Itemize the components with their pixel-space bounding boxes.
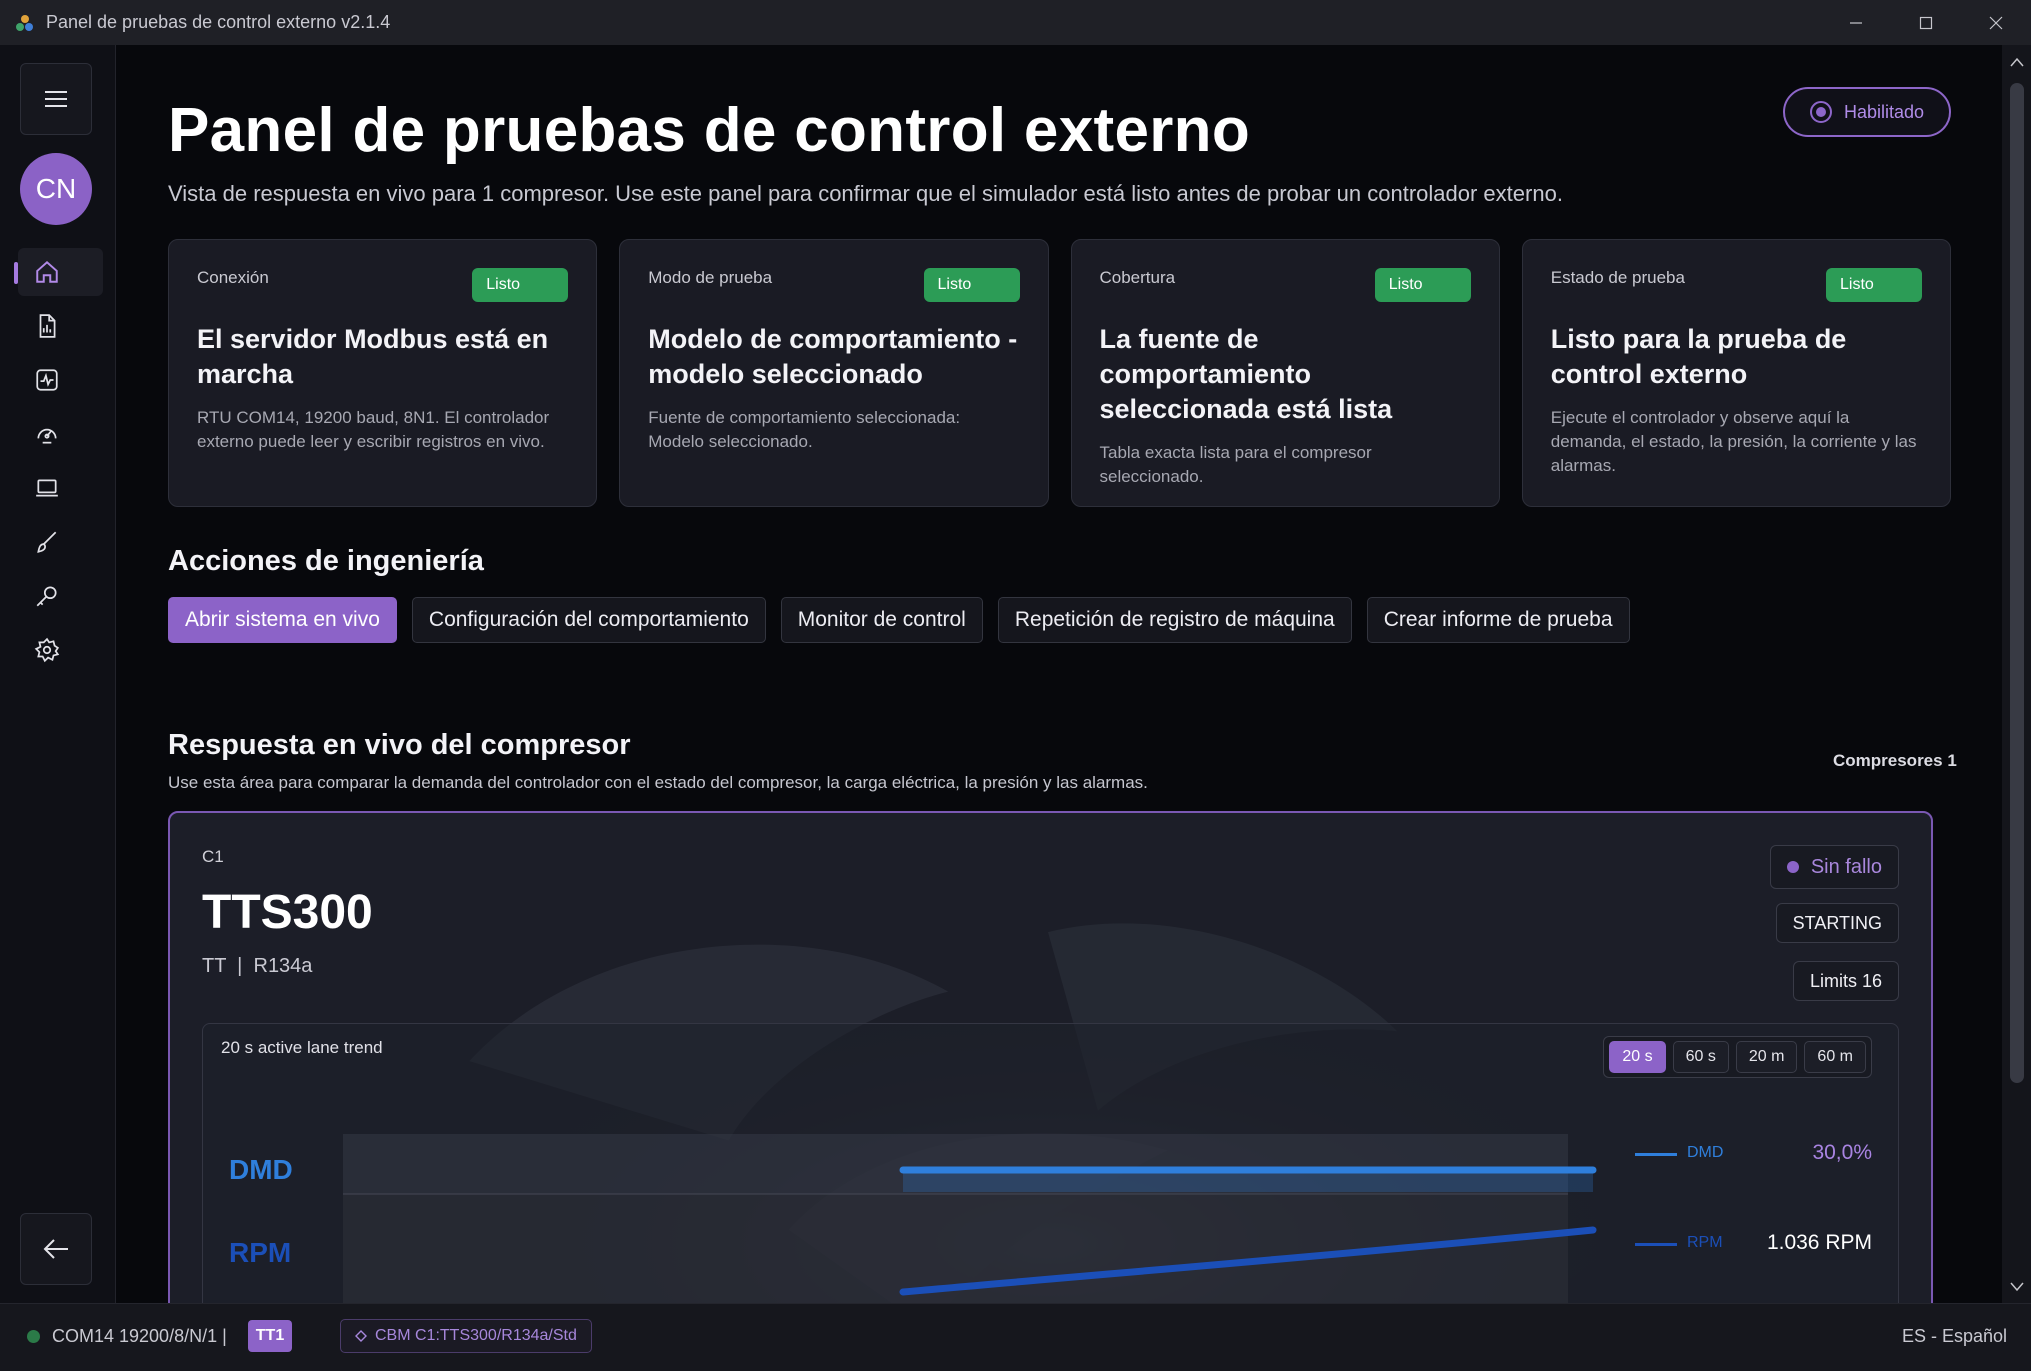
dmd-value: 30,0%	[1812, 1141, 1872, 1164]
rpm-legend-swatch	[1635, 1243, 1677, 1246]
card-description: RTU COM14, 19200 baud, 8N1. El controlad…	[197, 408, 550, 451]
brush-icon	[37, 531, 57, 553]
live-response-title: Respuesta en vivo del compresor	[168, 729, 631, 761]
compressor-card[interactable]: C1 TTS300 TT | R134a Sin fallo STARTING …	[168, 811, 1933, 1303]
status-cards: Conexión Listo El servidor Modbus está e…	[168, 239, 1951, 507]
live-response-description: Use esta área para comparar la demanda d…	[168, 773, 1148, 792]
status-badge: Listo	[923, 268, 1020, 302]
limits-badge[interactable]: Limits 16	[1792, 961, 1899, 1001]
status-bar: COM14 19200/8/N/1 | TT1 CBM C1:TTS300/R1…	[0, 1303, 2031, 1371]
sidebar-item-home[interactable]	[0, 245, 116, 299]
sidebar-nav	[0, 245, 116, 677]
rpm-legend-label: RPM	[1687, 1234, 1723, 1251]
status-badge: Listo	[472, 268, 569, 302]
dmd-lane-label: DMD	[229, 1154, 293, 1185]
dmd-legend-swatch	[1635, 1153, 1677, 1156]
gauge-icon	[37, 428, 57, 444]
compressor-id: C1	[202, 847, 224, 866]
port-info: COM14 19200/8/N/1 |	[52, 1326, 227, 1346]
sidebar-item-activity[interactable]	[0, 353, 116, 407]
avatar[interactable]: CN	[20, 153, 92, 225]
main-content: Panel de pruebas de control externo Vist…	[116, 45, 2002, 1303]
maximize-button[interactable]	[1891, 0, 1961, 45]
card-description: Tabla exacta lista para el compresor sel…	[1099, 443, 1372, 486]
hamburger-icon	[45, 91, 67, 107]
card-heading: La fuente de comportamiento seleccionada…	[1099, 324, 1393, 424]
app-logo-icon	[16, 14, 33, 31]
sidebar-item-settings[interactable]	[0, 623, 116, 677]
enabled-label: Habilitado	[1843, 101, 1925, 122]
settings-icon	[34, 637, 60, 663]
sidebar-item-key[interactable]	[0, 569, 116, 623]
minimize-icon	[1850, 21, 1862, 24]
enabled-toggle[interactable]: Habilitado	[1783, 87, 1951, 137]
arrow-left-icon	[43, 1239, 68, 1259]
cbm-pill[interactable]: CBM C1:TTS300/R134a/Std	[340, 1319, 592, 1353]
dmd-legend-label: DMD	[1687, 1144, 1724, 1161]
connection-status-dot	[27, 1330, 40, 1343]
trend-chart	[343, 1134, 1597, 1303]
window-title: Panel de pruebas de control externo v2.1…	[46, 12, 391, 32]
machine-log-replay-button[interactable]: Repetición de registro de máquina	[997, 597, 1352, 643]
laptop-icon	[36, 479, 58, 497]
behavior-config-button[interactable]: Configuración del comportamiento	[411, 597, 766, 643]
page-subtitle: Vista de respuesta en vivo para 1 compre…	[168, 181, 1563, 206]
status-dot-icon	[1786, 861, 1799, 873]
card-connection: Conexión Listo El servidor Modbus está e…	[168, 239, 598, 507]
fault-status-badge: Sin fallo	[1769, 845, 1899, 889]
diamond-icon	[355, 1330, 367, 1342]
scroll-up-icon[interactable]	[2009, 55, 2025, 69]
scroll-down-icon[interactable]	[2009, 1279, 2025, 1293]
maximize-icon	[1919, 16, 1933, 29]
back-button[interactable]	[20, 1213, 92, 1285]
engineering-section-title: Acciones de ingeniería	[168, 545, 484, 577]
rpm-value: 1.036 RPM	[1766, 1231, 1872, 1254]
language-selector[interactable]: ES - Español	[1902, 1326, 2007, 1347]
trend-panel: 20 s active lane trend 20 s 60 s 20 m 60…	[202, 1023, 1899, 1303]
scrollbar-thumb[interactable]	[2010, 83, 2024, 1083]
card-heading: El servidor Modbus está en marcha	[197, 324, 549, 389]
sidebar: CN	[0, 45, 116, 1303]
card-description: Fuente de comportamiento seleccionada: M…	[648, 408, 961, 451]
menu-button[interactable]	[20, 63, 92, 135]
sidebar-item-gauge[interactable]	[0, 407, 116, 461]
control-monitor-button[interactable]: Monitor de control	[780, 597, 983, 643]
card-description: Ejecute el controlador y observe aquí la…	[1550, 408, 1917, 475]
activity-icon	[36, 369, 58, 391]
card-test-state: Estado de prueba Listo Listo para la pru…	[1521, 239, 1951, 507]
create-test-report-button[interactable]: Crear informe de prueba	[1366, 597, 1630, 643]
cbm-label: CBM C1:TTS300/R134a/Std	[375, 1327, 577, 1344]
page-title: Panel de pruebas de control externo	[168, 96, 1250, 165]
engineering-actions: Abrir sistema en vivo Configuración del …	[168, 597, 1630, 643]
rpm-lane-label: RPM	[229, 1237, 292, 1268]
sidebar-item-laptop[interactable]	[0, 461, 116, 515]
key-icon	[36, 586, 57, 607]
sidebar-item-report[interactable]	[0, 299, 116, 353]
status-badge: Listo	[1374, 268, 1471, 302]
report-icon	[39, 314, 56, 338]
sidebar-item-brush[interactable]	[0, 515, 116, 569]
card-coverage: Cobertura Listo La fuente de comportamie…	[1070, 239, 1500, 507]
compressor-count: Compresores 1	[1833, 751, 1957, 770]
home-icon	[36, 260, 58, 283]
vertical-scrollbar[interactable]	[2002, 45, 2031, 1303]
card-heading: Modelo de comportamiento - modelo selecc…	[648, 324, 1018, 389]
fault-status-label: Sin fallo	[1810, 855, 1882, 878]
tt-badge[interactable]: TT1	[248, 1320, 292, 1352]
state-badge: STARTING	[1775, 903, 1899, 943]
close-button[interactable]	[1961, 0, 2031, 45]
compressor-model: TTS300	[202, 886, 373, 939]
compressor-meta: TT | R134a	[202, 955, 313, 977]
minimize-button[interactable]	[1821, 0, 1891, 45]
title-bar: Panel de pruebas de control externo v2.1…	[0, 0, 2031, 45]
open-live-system-button[interactable]: Abrir sistema en vivo	[168, 597, 397, 643]
card-test-mode: Modo de prueba Listo Modelo de comportam…	[619, 239, 1049, 507]
close-icon	[1989, 16, 2003, 29]
radio-icon	[1809, 101, 1832, 123]
card-heading: Listo para la prueba de control externo	[1550, 324, 1847, 389]
status-badge: Listo	[1826, 268, 1922, 302]
